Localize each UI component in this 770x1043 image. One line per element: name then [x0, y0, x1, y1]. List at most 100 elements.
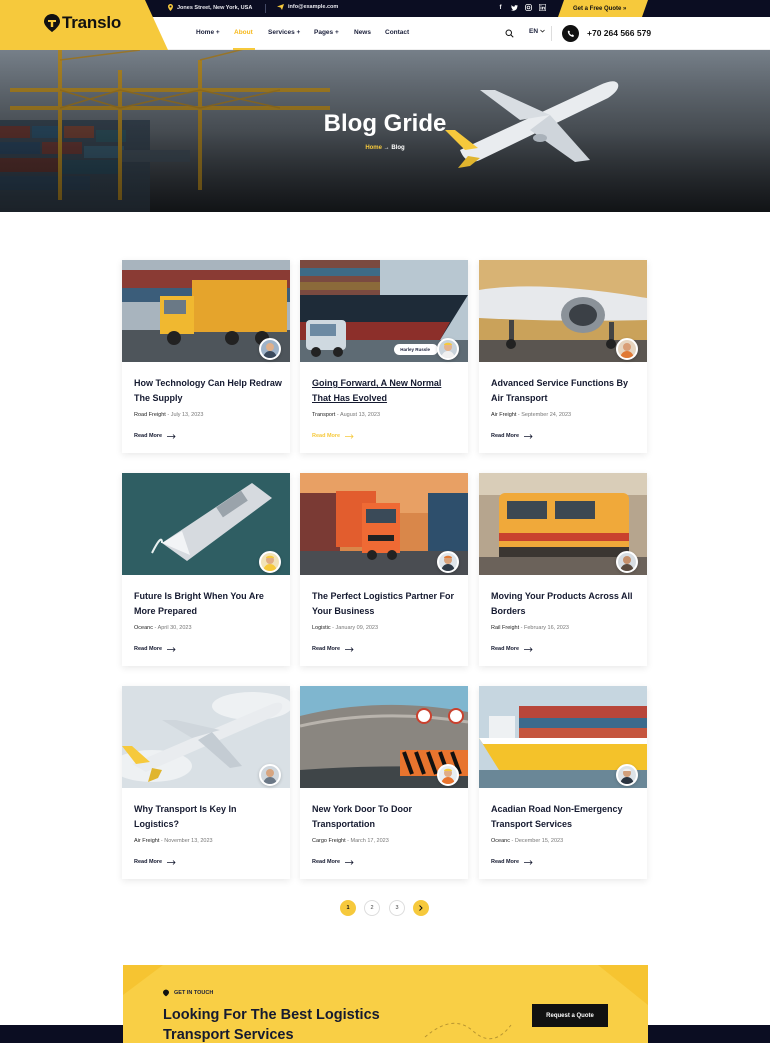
read-more-link[interactable]: Read More [134, 433, 176, 439]
read-more-label: Read More [491, 433, 520, 439]
linkedin-icon[interactable] [539, 3, 546, 12]
phone-button[interactable] [562, 25, 579, 42]
language-select[interactable]: EN [529, 28, 545, 35]
page-button-2[interactable]: 2 [364, 900, 380, 916]
arrow-right-icon [167, 646, 176, 652]
get-in-touch-banner: GET IN TOUCH Looking For The Best Logist… [123, 965, 648, 1043]
nav-about[interactable]: About [234, 29, 253, 36]
post-category[interactable]: Air Freight [491, 412, 516, 418]
cta-eyebrow-text: GET IN TOUCH [174, 990, 214, 996]
post-meta: Transport - August 13, 2023 [312, 412, 380, 418]
post-category[interactable]: Air Freight [134, 838, 159, 844]
author-avatar [259, 551, 281, 573]
cta-eyebrow: GET IN TOUCH [163, 989, 213, 997]
divider [265, 4, 266, 13]
blog-card[interactable]: New York Door To Door Transportation Car… [300, 686, 468, 879]
breadcrumb-current: Blog [391, 145, 405, 151]
post-title[interactable]: Advanced Service Functions By Air Transp… [491, 376, 641, 405]
arrow-right-icon: → [383, 145, 390, 151]
post-category[interactable]: Road Freight [134, 412, 166, 418]
page-hero-banner: Blog Gride Home → Blog [0, 50, 770, 212]
read-more-link[interactable]: Read More [134, 859, 176, 865]
twitter-icon[interactable] [511, 3, 518, 12]
free-quote-button[interactable]: Get a Free Quote » [558, 0, 648, 17]
nav-services[interactable]: Services + [268, 29, 300, 36]
read-more-link[interactable]: Read More [491, 859, 533, 865]
blog-card[interactable]: Why Transport Is Key In Logistics? Air F… [122, 686, 290, 879]
blog-card[interactable]: The Perfect Logistics Partner For Your B… [300, 473, 468, 666]
read-more-link[interactable]: Read More [491, 433, 533, 439]
read-more-link[interactable]: Read More [312, 859, 354, 865]
read-more-link[interactable]: Read More [134, 646, 176, 652]
next-page-button[interactable] [413, 900, 429, 916]
nav-home[interactable]: Home + [196, 29, 220, 36]
post-title[interactable]: Going Forward, A New Normal That Has Evo… [312, 376, 462, 405]
blog-card[interactable]: Harley Russle Going Forward, A New Norma… [300, 260, 468, 453]
send-icon [277, 4, 284, 10]
post-category[interactable]: Oceanc [134, 625, 153, 631]
post-title[interactable]: New York Door To Door Transportation [312, 802, 462, 831]
post-category[interactable]: Transport [312, 412, 335, 418]
post-category[interactable]: Oceanc [491, 838, 510, 844]
nav-contact[interactable]: Contact [385, 29, 409, 36]
divider [551, 26, 552, 41]
author-avatar [616, 764, 638, 786]
email-text[interactable]: info@example.com [288, 4, 338, 10]
post-title[interactable]: Acadian Road Non-Emergency Transport Ser… [491, 802, 641, 831]
blog-card[interactable]: Advanced Service Functions By Air Transp… [479, 260, 647, 453]
request-quote-button[interactable]: Request a Quote [532, 1004, 608, 1027]
breadcrumb-home[interactable]: Home [365, 145, 382, 151]
blog-card[interactable]: How Technology Can Help Redraw The Suppl… [122, 260, 290, 453]
post-meta: Logistic - January 09, 2023 [312, 625, 379, 631]
read-more-label: Read More [134, 646, 163, 652]
post-date: January 09, 2023 [335, 625, 379, 631]
logo-pin-icon [44, 14, 60, 32]
post-category[interactable]: Cargo Freight [312, 838, 346, 844]
post-title[interactable]: Why Transport Is Key In Logistics? [134, 802, 284, 831]
decorative-shape [123, 965, 163, 995]
post-title[interactable]: How Technology Can Help Redraw The Suppl… [134, 376, 284, 405]
search-icon[interactable] [505, 29, 514, 38]
post-title[interactable]: The Perfect Logistics Partner For Your B… [312, 589, 462, 618]
page-button-1[interactable]: 1 [340, 900, 356, 916]
instagram-icon[interactable] [525, 3, 532, 12]
post-date: March 17, 2023 [350, 838, 389, 844]
facebook-icon[interactable]: f [497, 3, 504, 12]
post-category[interactable]: Logistic [312, 625, 331, 631]
phone-number[interactable]: +70 264 566 579 [587, 28, 651, 38]
blog-card[interactable]: Acadian Road Non-Emergency Transport Ser… [479, 686, 647, 879]
author-avatar [616, 551, 638, 573]
post-title[interactable]: Moving Your Products Across All Borders [491, 589, 641, 618]
address-info: Jones Street, New York, USA [168, 4, 252, 11]
arrow-right-icon [524, 859, 533, 865]
post-meta: Cargo Freight - March 17, 2023 [312, 838, 389, 844]
email-info[interactable]: info@example.com [277, 4, 338, 10]
post-date: September 24, 2023 [521, 412, 572, 418]
post-date: August 13, 2023 [339, 412, 380, 418]
logo-pin-icon [163, 989, 169, 997]
post-category[interactable]: Rail Freight [491, 625, 519, 631]
author-avatar [259, 764, 281, 786]
blog-card[interactable]: Future Is Bright When You Are More Prepa… [122, 473, 290, 666]
arrow-right-icon [167, 859, 176, 865]
dashed-route-decoration [424, 1022, 512, 1040]
page-button-3[interactable]: 3 [389, 900, 405, 916]
read-more-label: Read More [134, 433, 163, 439]
arrow-right-icon [524, 646, 533, 652]
author-avatar [437, 338, 459, 360]
blog-card[interactable]: Moving Your Products Across All Borders … [479, 473, 647, 666]
post-title[interactable]: Future Is Bright When You Are More Prepa… [134, 589, 284, 618]
read-more-link[interactable]: Read More [491, 646, 533, 652]
post-date: December 15, 2023 [514, 838, 564, 844]
logo[interactable]: Translo [44, 13, 121, 33]
read-more-label: Read More [312, 859, 341, 865]
nav-news[interactable]: News [354, 29, 371, 36]
author-avatar [437, 551, 459, 573]
read-more-link[interactable]: Read More [312, 646, 354, 652]
cta-title: Looking For The Best Logistics Transport… [163, 1007, 380, 1043]
post-meta: Road Freight - July 13, 2023 [134, 412, 204, 418]
phone-icon [567, 30, 574, 37]
nav-pages[interactable]: Pages + [314, 29, 339, 36]
read-more-link[interactable]: Read More [312, 433, 354, 439]
chevron-down-icon [540, 29, 545, 33]
